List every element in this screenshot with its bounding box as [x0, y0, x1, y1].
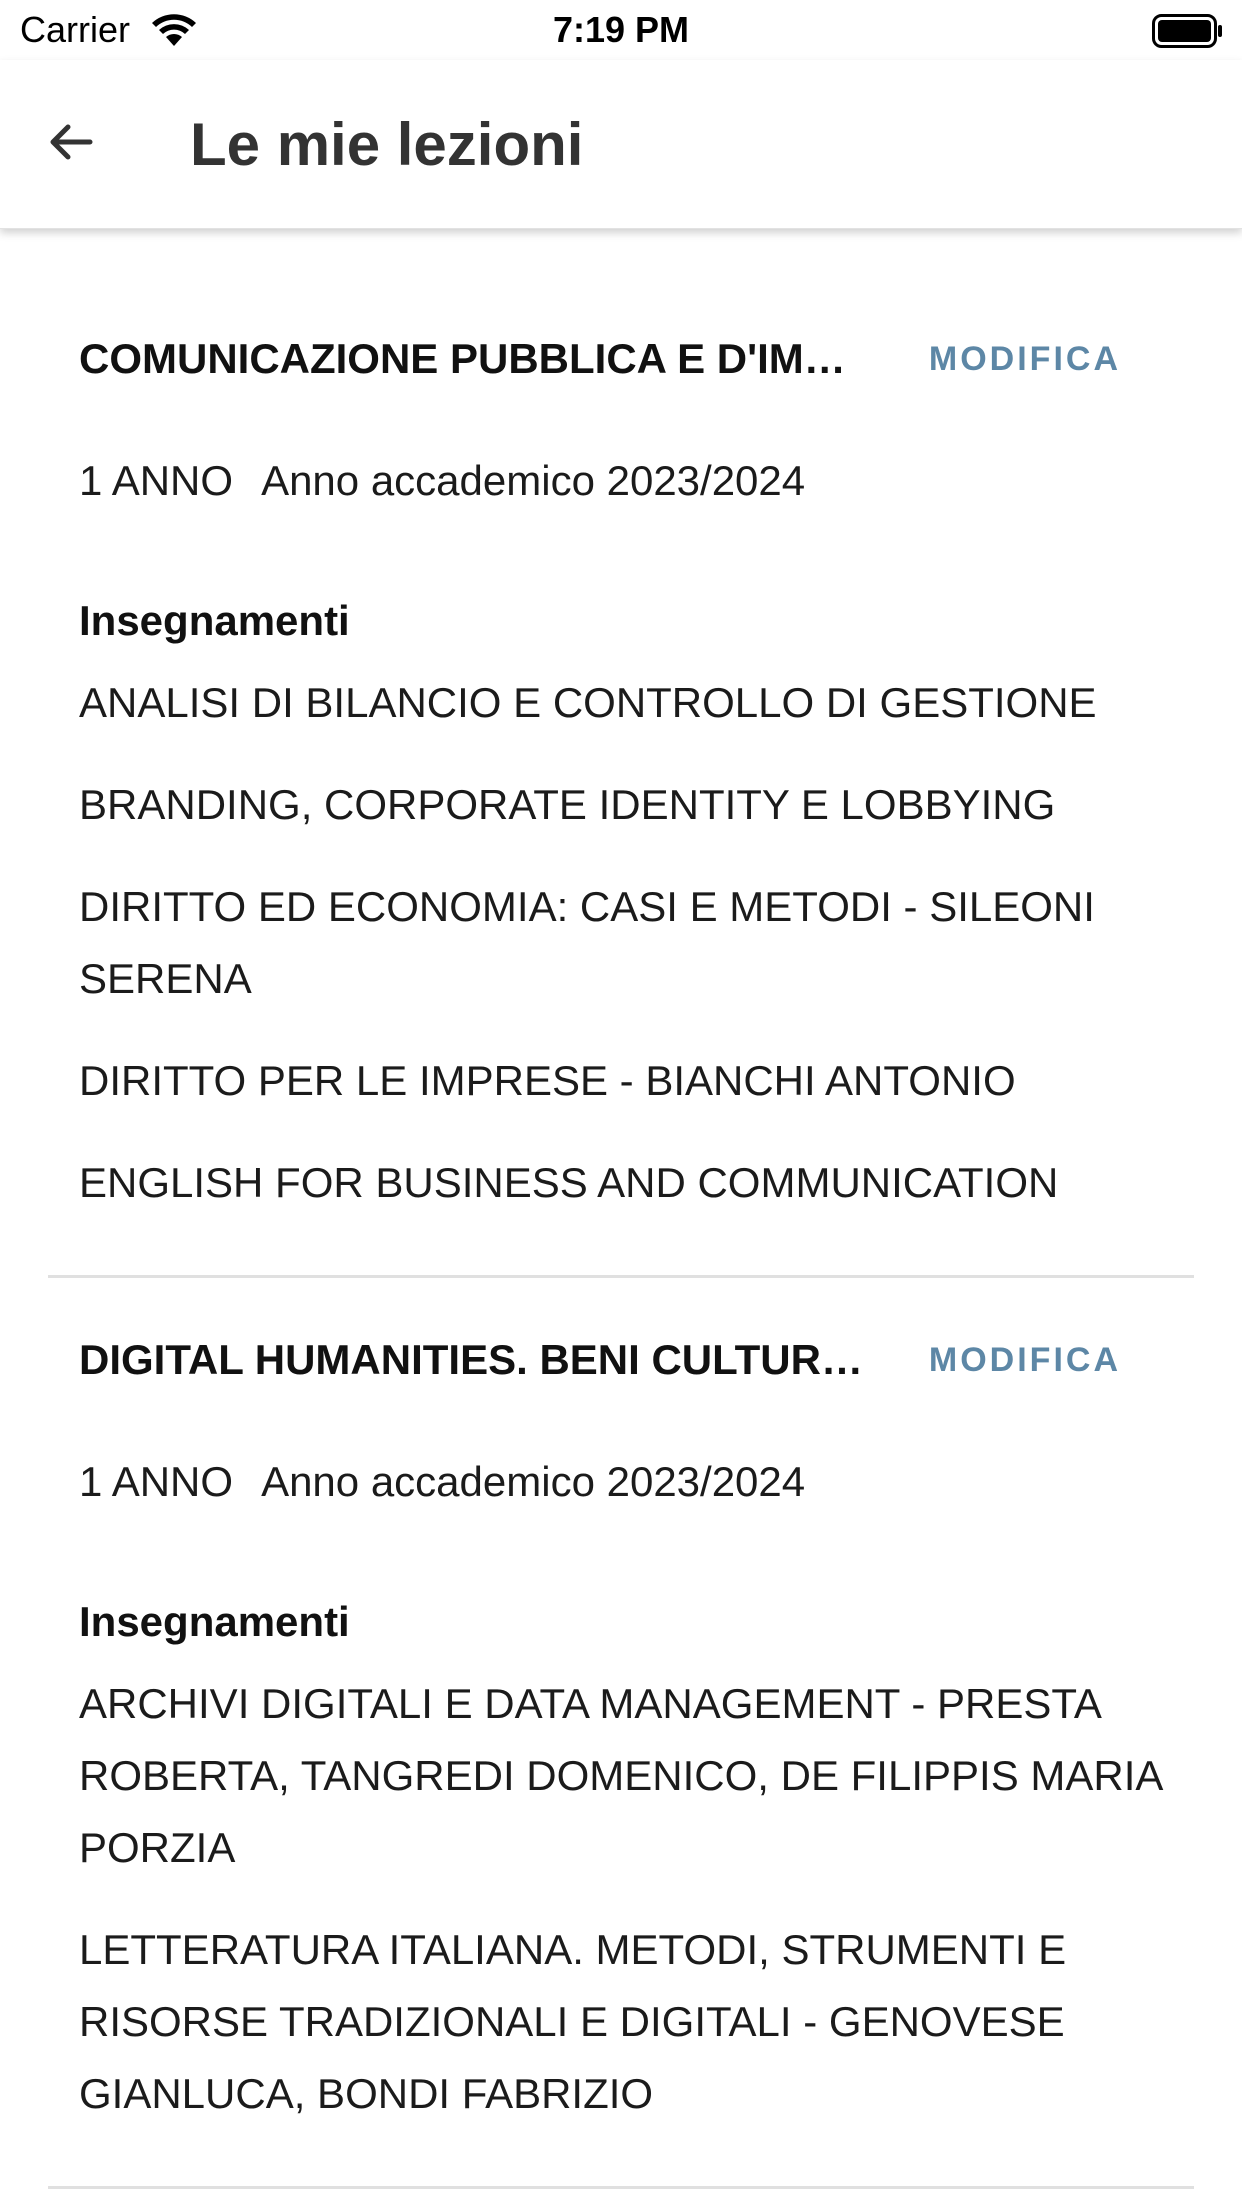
subject-item[interactable]: BRANDING, CORPORATE IDENTITY E LOBBYING	[79, 769, 1163, 841]
subject-item[interactable]: DIRITTO ED ECONOMIA: CASI E METODI - SIL…	[79, 871, 1163, 1015]
page-title: Le mie lezioni	[190, 111, 584, 178]
subjects-label: Insegnamenti	[79, 597, 350, 644]
edit-course-button[interactable]: MODIFICA	[929, 1336, 1121, 1384]
courses-list: COMUNICAZIONE PUBBLICA E D'IMPRESA MODIF…	[0, 229, 1242, 2189]
status-time: 7:19 PM	[552, 9, 690, 50]
subject-item[interactable]: DIRITTO PER LE IMPRESE - BIANCHI ANTONIO	[79, 1045, 1163, 1117]
academic-year: Anno accademico 2023/2024	[261, 1458, 806, 1505]
status-bar: Carrier 7:19 PM	[0, 0, 1242, 60]
course-header: COMUNICAZIONE PUBBLICA E D'IMPRESA MODIF…	[79, 229, 1163, 382]
subject-list: ANALISI DI BILANCIO E CONTROLLO DI GESTI…	[79, 667, 1163, 1275]
battery-icon	[1152, 14, 1222, 48]
subjects-label: Insegnamenti	[79, 1598, 350, 1645]
course-year: 1 ANNO	[79, 457, 234, 504]
course-year: 1 ANNO	[79, 1458, 234, 1505]
subject-item[interactable]: ANALISI DI BILANCIO E CONTROLLO DI GESTI…	[79, 667, 1163, 739]
edit-course-button[interactable]: MODIFICA	[929, 335, 1121, 383]
course-meta: 1 ANNO Anno accademico 2023/2024	[79, 1402, 1163, 1510]
subject-item[interactable]: LETTERATURA ITALIANA. METODI, STRUMENTI …	[79, 1914, 1163, 2130]
course-header: DIGITAL HUMANITIES. BENI CULTURALI MODIF…	[79, 1278, 1163, 1402]
subject-item[interactable]: ENGLISH FOR BUSINESS AND COMMUNICATION	[79, 1147, 1163, 1219]
academic-year: Anno accademico 2023/2024	[261, 457, 806, 504]
course-name: DIGITAL HUMANITIES. BENI CULTURALI	[79, 1336, 869, 1383]
back-arrow-icon[interactable]	[44, 115, 98, 169]
subject-list: ARCHIVI DIGITALI E DATA MANAGEMENT - PRE…	[79, 1668, 1163, 2186]
navigation-bar: Le mie lezioni	[0, 60, 1242, 229]
course-card: DIGITAL HUMANITIES. BENI CULTURALI MODIF…	[48, 1278, 1194, 2189]
course-name: COMUNICAZIONE PUBBLICA E D'IMPRESA	[79, 335, 869, 382]
subject-item[interactable]: ARCHIVI DIGITALI E DATA MANAGEMENT - PRE…	[79, 1668, 1163, 1884]
course-card: COMUNICAZIONE PUBBLICA E D'IMPRESA MODIF…	[48, 229, 1194, 1278]
